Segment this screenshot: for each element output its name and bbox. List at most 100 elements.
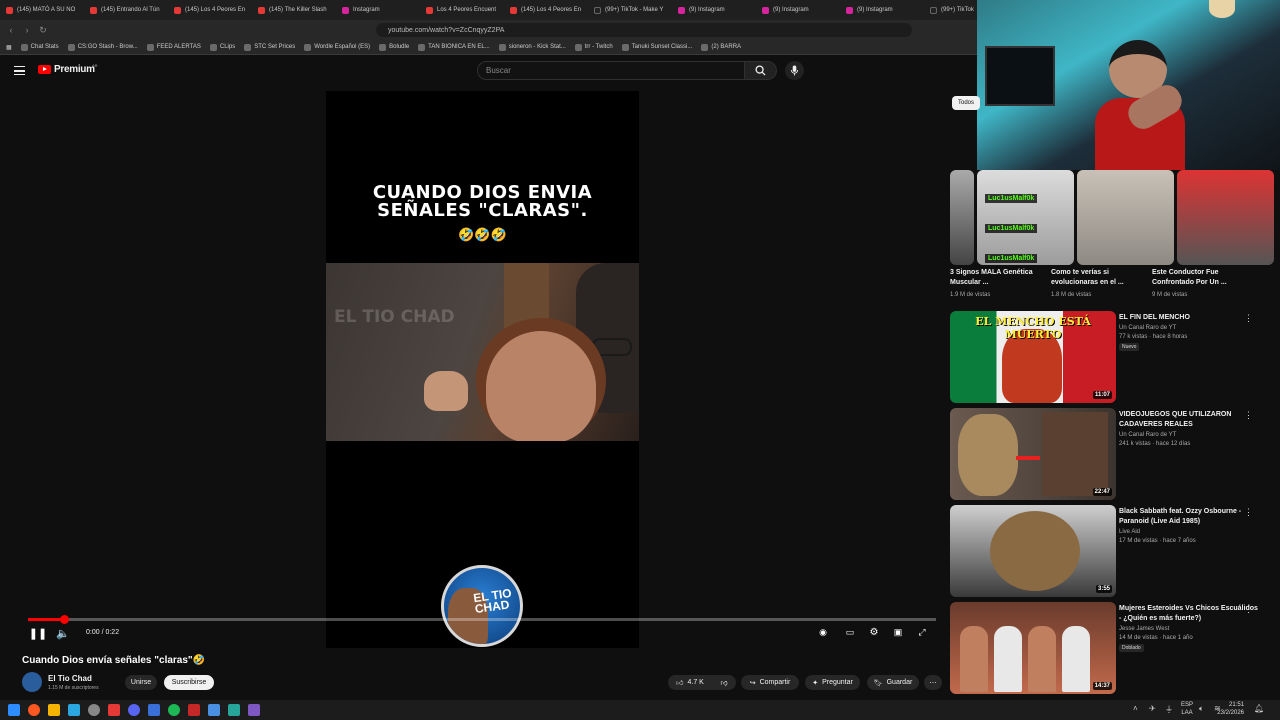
voice-search-button[interactable] [785,61,804,80]
recommended-video[interactable]: 3:55 Black Sabbath feat. Ozzy Osbourne -… [950,505,1280,597]
bookmark[interactable]: Chat Stats [20,43,59,51]
video-thumbnail[interactable]: 14:37 [950,602,1116,694]
settings-gear-icon[interactable]: ⚙ [868,627,880,638]
forward-icon[interactable]: › [22,25,32,35]
save-button[interactable]: 🔖︎ Guardar [867,675,919,690]
video-title[interactable]: VIDEOJUEGOS QUE UTILIZARON CADAVERES REA… [1119,410,1259,430]
notification-bell-icon[interactable]: 🔔︎ [1254,704,1264,713]
telegram-icon[interactable] [68,704,80,716]
folder-icon[interactable] [48,704,60,716]
filter-chip-all[interactable]: Todos [952,96,980,110]
more-vertical-icon[interactable]: ⋮ [1244,410,1253,421]
app-icon[interactable] [108,704,120,716]
app-icon[interactable] [228,704,240,716]
chevron-up-icon[interactable]: ˄ [1133,704,1138,713]
browser-tab[interactable]: (145) Entrando Al Tún [84,0,168,20]
short-thumbnail[interactable] [976,170,1074,265]
ask-button[interactable]: ✦ Preguntar [805,675,860,690]
discord-icon[interactable] [128,704,140,716]
bookmark[interactable]: Tanuki Sunset Classi... [621,43,692,51]
browser-tab[interactable]: Instagram [336,0,420,20]
bookmark[interactable]: (2) BARRA [701,43,741,51]
browser-tab[interactable]: (145) Los 4 Peores En [504,0,588,20]
search-button[interactable] [745,61,777,80]
bookmark[interactable]: CS:GO Stash - Brow... [67,43,138,51]
video-player[interactable]: CUANDO DIOS ENVIA SEÑALES "CLARAS". 🤣🤣🤣 … [326,91,639,648]
channel-name[interactable]: Jesse James West [1119,625,1169,633]
bookmark[interactable]: Boludle [379,43,409,51]
app-icon[interactable] [248,704,260,716]
search-input[interactable]: Buscar [477,61,745,80]
more-vertical-icon[interactable]: ⋮ [1244,604,1253,615]
app-icon[interactable] [188,704,200,716]
video-thumbnail[interactable]: 22:47 [950,408,1116,500]
language-indicator[interactable]: ESP LAA [1181,701,1193,717]
subtitles-icon[interactable]: ▭ [844,627,856,638]
browser-tab[interactable]: (9) Instagram [756,0,840,20]
more-actions-button[interactable]: ⋯ [924,675,942,690]
channel-name[interactable]: El Tio Chad [48,674,92,683]
theater-mode-icon[interactable]: ▣ [892,627,904,638]
short-thumbnail[interactable] [1176,170,1275,265]
more-vertical-icon[interactable]: ⋮ [1244,313,1253,324]
like-button[interactable]: 👍︎ 4.7 K [668,675,712,690]
speaker-icon[interactable]: 🔈︎ [1199,704,1204,714]
start-icon[interactable] [8,704,20,716]
bookmark[interactable]: FEED ALERTAS [146,43,201,51]
more-vertical-icon[interactable]: ⋮ [1244,507,1253,518]
channel-name[interactable]: Un Canal Raro de YT [1119,324,1176,332]
channel-name[interactable]: Un Canal Raro de YT [1119,431,1176,439]
recommended-video[interactable]: 22:47 VIDEOJUEGOS QUE UTILIZARON CADAVER… [950,408,1280,500]
spotify-icon[interactable] [168,704,180,716]
app-icon[interactable] [208,704,220,716]
usb-icon[interactable]: ⏚ [1165,704,1173,715]
system-clock[interactable]: 21:51 23/2/2026 [1217,701,1244,717]
apps-grid-icon[interactable]: ▦ [6,44,12,51]
subscribe-button[interactable]: Suscribirse [164,675,214,690]
share-button[interactable]: ↪ Compartir [741,675,799,690]
join-button[interactable]: Unirse [125,675,157,690]
app-icon[interactable] [148,704,160,716]
volume-icon[interactable]: 🔈 [56,627,70,640]
browser-tab[interactable]: (145) Los 4 Peores En [168,0,252,20]
browser-tab[interactable]: (145) MATÓ A SU NO [0,0,84,20]
bookmark[interactable]: sioneron - Kick Stat... [498,43,566,51]
scrubber-handle[interactable] [60,615,70,624]
reload-icon[interactable]: ↻ [38,25,48,35]
youtube-logo[interactable]: Premium AR [38,63,98,75]
short-info[interactable]: 3 Signos MALA Genética Muscular ... 1.9 … [950,268,1050,300]
short-info[interactable]: Como te verías si evolucionaras en el ..… [1051,268,1151,300]
autoplay-toggle-icon[interactable]: ◉ [818,627,828,638]
browser-tab[interactable]: (99+) TikTok - Make Y [588,0,672,20]
browser-tab[interactable]: (9) Instagram [840,0,924,20]
steam-icon[interactable] [88,704,100,716]
back-icon[interactable]: ‹ [6,25,16,35]
short-thumbnail[interactable] [1076,170,1174,265]
short-thumbnail[interactable] [950,170,974,265]
menu-icon[interactable] [14,66,25,75]
recommended-video[interactable]: EL MENCHO ESTÁ MUERTO 11:07 EL FIN DEL M… [950,311,1280,403]
browser-tab[interactable]: (145) The Killer Slash [252,0,336,20]
bookmark[interactable]: STC Set Prices [244,43,295,51]
video-title[interactable]: Black Sabbath feat. Ozzy Osbourne - Para… [1119,507,1259,527]
channel-name[interactable]: Live Aid [1119,528,1140,536]
url-field[interactable]: youtube.com/watch?v=ZcCnqyyZ2PA [376,23,912,37]
short-info[interactable]: Este Conductor Fue Confrontado Por Un ..… [1152,268,1252,300]
pause-icon[interactable]: ❚❚ [29,627,47,640]
bookmark[interactable]: TAN BIONICA EN EL... [418,43,490,51]
bookmark[interactable]: Wordle Español (ES) [304,43,370,51]
browser-tab[interactable]: Los 4 Peores Encuent [420,0,504,20]
avatar[interactable] [22,672,42,692]
video-title[interactable]: Mujeres Esteroides Vs Chicos Escuálidos … [1119,604,1259,624]
dislike-button[interactable]: 👎︎ [712,675,736,690]
brave-icon[interactable] [28,704,40,716]
fullscreen-icon[interactable]: ⤢ [916,627,928,638]
bookmark[interactable]: CLips [209,43,235,51]
progress-bar[interactable] [28,615,936,624]
recommended-video[interactable]: 14:37 Mujeres Esteroides Vs Chicos Escuá… [950,602,1280,694]
video-title[interactable]: EL FIN DEL MENCHO [1119,313,1259,323]
video-thumbnail[interactable]: EL MENCHO ESTÁ MUERTO 11:07 [950,311,1116,403]
bookmark[interactable]: trr - Twitch [574,43,613,51]
network-icon[interactable]: ✈ [1149,704,1156,713]
video-thumbnail[interactable]: 3:55 [950,505,1116,597]
